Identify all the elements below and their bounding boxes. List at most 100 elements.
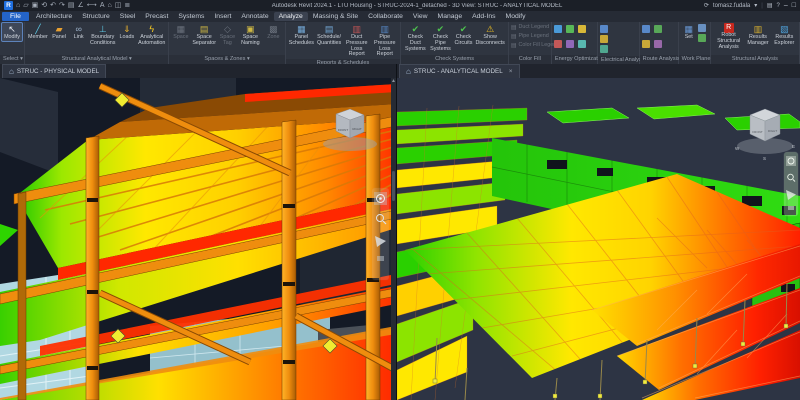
viewcube-south-label[interactable]: S	[763, 156, 766, 161]
tab-modify[interactable]: Modify	[501, 12, 531, 21]
navigation-bar-right[interactable]	[784, 152, 798, 216]
view-tab-physical-model[interactable]: ⌂ STRUC - PHYSICAL MODEL	[2, 64, 106, 78]
show-disconnects-button[interactable]: ⚠ Show Disconnects	[474, 23, 505, 47]
panel-label-energy-optimization[interactable]: Energy Optimization	[552, 55, 597, 64]
energy-settings-icon[interactable]	[566, 25, 574, 33]
space-tag-button[interactable]: ◇ Space Tag	[218, 23, 237, 47]
tab-manage[interactable]: Manage	[433, 12, 468, 21]
view-tab-analytical-model[interactable]: ⌂ STRUC - ANALYTICAL MODEL ×	[399, 64, 520, 78]
multiple-paths-icon[interactable]	[642, 40, 650, 48]
robot-structural-analysis-button[interactable]: R Robot Structural Analysis	[713, 23, 745, 50]
demand-factors-icon[interactable]	[600, 35, 608, 43]
pan-icon[interactable]	[788, 206, 794, 210]
boundary-conditions-button[interactable]: ⊥ Boundary Conditions	[89, 23, 117, 47]
print-icon[interactable]: ▤	[68, 1, 75, 10]
pan-icon[interactable]	[377, 256, 384, 261]
sync-icon[interactable]: ⟲	[41, 1, 47, 10]
revit-logo[interactable]: R	[4, 1, 13, 10]
analytical-model-canvas[interactable]: W S E FRONT RIGHT	[397, 78, 800, 400]
tab-addins[interactable]: Add-Ins	[467, 12, 500, 21]
minimize-button[interactable]: –	[784, 2, 788, 9]
set-work-plane-button[interactable]: ▦ Set	[681, 23, 697, 41]
color-fill-legend-button[interactable]: ▤ Color Fill Legend	[511, 41, 549, 49]
measure-icon[interactable]: ∠	[78, 1, 84, 10]
physical-model-canvas[interactable]: FRONT RIGHT	[0, 78, 396, 400]
create-energy-model-icon[interactable]	[578, 25, 586, 33]
panel-label-work-plane[interactable]: Work Plane	[679, 55, 710, 64]
location-icon[interactable]	[554, 25, 562, 33]
pipe-pressure-loss-report-button[interactable]: ▥ Pipe Pressure Loss Report	[371, 23, 398, 58]
dimension-icon[interactable]: ⟷	[87, 1, 97, 10]
tab-annotate[interactable]: Annotate	[236, 12, 273, 21]
optimize-icon[interactable]	[578, 40, 586, 48]
thin-lines-icon[interactable]: ≣	[124, 1, 130, 10]
reveal-obstacles-icon[interactable]	[654, 40, 662, 48]
route-settings-icon[interactable]	[642, 25, 650, 33]
tab-collaborate[interactable]: Collaborate	[363, 12, 408, 21]
sync-status-icon[interactable]: ⟳	[704, 2, 709, 9]
panel-label-route-analysis[interactable]: Route Analysis ▾	[640, 55, 678, 64]
panel-label-structural-analysis[interactable]: Structural Analysis	[711, 55, 799, 64]
save-icon[interactable]: ▣	[32, 1, 39, 10]
panel-settings-icon[interactable]	[600, 45, 608, 53]
path-of-travel-icon[interactable]	[654, 25, 662, 33]
pipe-legend-button[interactable]: ▤ Pipe Legend	[511, 32, 549, 40]
tab-structure[interactable]: Structure	[77, 12, 115, 21]
panel-label-color-fill[interactable]: Color Fill	[509, 55, 551, 64]
space-naming-button[interactable]: ▣ Space Naming	[238, 23, 263, 47]
user-caret-icon[interactable]: ▾	[754, 2, 757, 9]
viewcube-east-label[interactable]: E	[792, 144, 795, 149]
systems-analysis-icon[interactable]	[554, 40, 562, 48]
tab-view[interactable]: View	[408, 12, 433, 21]
help-icon[interactable]: ?	[777, 3, 780, 9]
tab-insert[interactable]: Insert	[209, 12, 236, 21]
check-duct-systems-button[interactable]: ✔ Check Duct Systems	[403, 23, 427, 52]
panel-label-spaces-zones[interactable]: Spaces & Zones ▾	[169, 55, 284, 64]
duct-pressure-loss-report-button[interactable]: ▥ Duct Pressure Loss Report	[343, 23, 370, 58]
show-work-plane-icon[interactable]	[698, 24, 706, 32]
panel-button[interactable]: ▰ Panel	[50, 23, 69, 41]
tab-systems[interactable]: Systems	[173, 12, 209, 21]
tab-precast[interactable]: Precast	[140, 12, 173, 21]
loads-button[interactable]: ⇓ Loads	[118, 23, 137, 41]
panel-label-select[interactable]: Select ▾	[0, 55, 24, 64]
panel-label-check-systems[interactable]: Check Systems	[401, 55, 508, 64]
modify-button[interactable]: ↖ Modify	[2, 23, 22, 41]
zone-button[interactable]: ▩ Zone	[264, 23, 283, 41]
space-button[interactable]: ▦ Space	[171, 23, 190, 41]
check-pipe-systems-button[interactable]: ✔ Check Pipe Systems	[428, 23, 452, 52]
space-separator-button[interactable]: ▤ Space Separator	[191, 23, 217, 47]
panel-schedules-button[interactable]: ▦ Panel Schedules	[288, 23, 315, 47]
scrollbar-thumb[interactable]	[392, 171, 395, 201]
tab-architecture[interactable]: Architecture	[31, 12, 77, 21]
navigation-bar-left[interactable]	[372, 188, 389, 280]
scroll-up-icon[interactable]: ▲	[391, 78, 396, 85]
check-circuits-button[interactable]: ✔ Check Circuits	[454, 23, 474, 47]
redo-icon[interactable]: ↷	[59, 1, 65, 10]
link-button[interactable]: ∞ Link	[69, 23, 88, 41]
results-explorer-button[interactable]: ▧ Results Explorer	[772, 23, 797, 47]
steering-wheel-icon[interactable]	[786, 156, 796, 166]
close-view-icon[interactable]: ×	[509, 68, 513, 75]
home-icon[interactable]: ⌂	[16, 1, 20, 10]
tab-analyze[interactable]: Analyze	[274, 12, 308, 21]
tab-file[interactable]: File	[2, 12, 29, 21]
generate-insight-icon[interactable]	[566, 40, 574, 48]
restore-button[interactable]: □	[792, 2, 796, 9]
physical-view-scrollbar[interactable]: ▲	[391, 78, 396, 400]
work-plane-viewer-icon[interactable]	[698, 34, 706, 42]
duct-legend-button[interactable]: ▤ Duct Legend	[511, 23, 549, 31]
analytical-automation-button[interactable]: ϟ Analytical Automation	[137, 23, 166, 47]
panel-label-structural-analytical-model[interactable]: Structural Analytical Model ▾	[25, 55, 168, 64]
undo-icon[interactable]: ↶	[50, 1, 56, 10]
app-store-icon[interactable]: ▤	[767, 2, 773, 9]
signed-in-user[interactable]: tomasz.fudala	[713, 3, 750, 9]
load-classifications-icon[interactable]	[600, 25, 608, 33]
tab-massing-site[interactable]: Massing & Site	[308, 12, 363, 21]
default-3d-view-icon[interactable]: ⌂	[108, 1, 112, 10]
text-icon[interactable]: A	[100, 1, 105, 10]
section-icon[interactable]: ◫	[115, 1, 122, 10]
open-icon[interactable]: ▱	[23, 1, 28, 10]
schedule-quantities-button[interactable]: ▤ Schedule/ Quantities	[316, 23, 342, 47]
tab-steel[interactable]: Steel	[115, 12, 141, 21]
